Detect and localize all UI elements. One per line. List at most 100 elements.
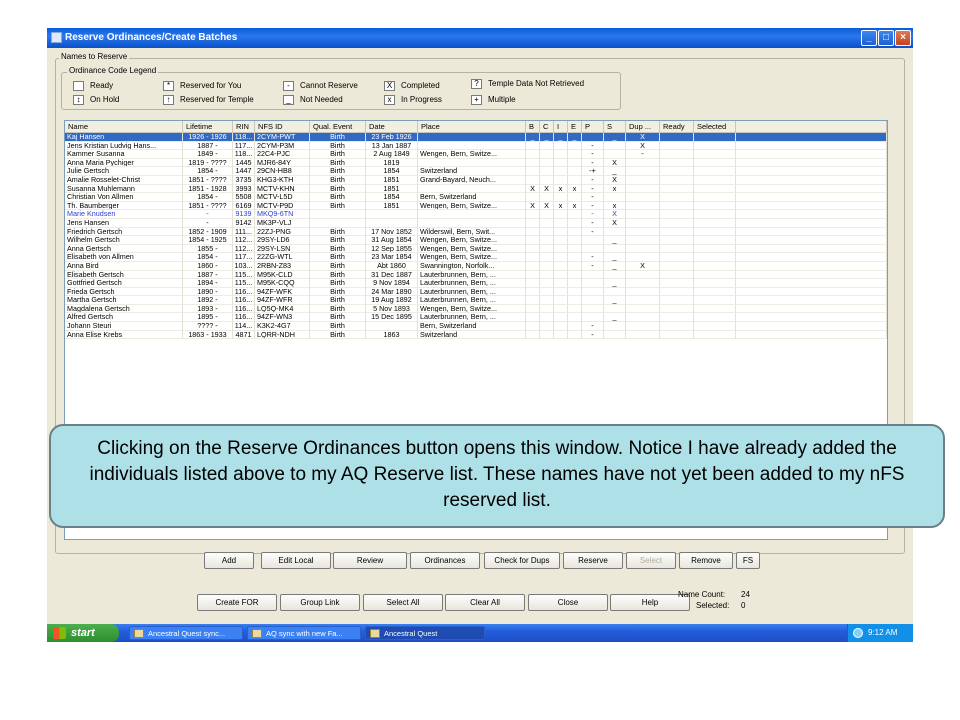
close-button[interactable]: Close [528,594,608,611]
column-header[interactable]: Ready [660,121,694,133]
column-header[interactable]: B [526,121,540,133]
column-header[interactable]: RIN [233,121,255,133]
table-cell: 1849 - [183,150,233,159]
table-cell [554,158,568,168]
table-row[interactable]: Martha Gertsch 1892 -116... 94ZF-WFR Birth 1… [65,296,887,305]
table-row[interactable]: Elisabeth von Allmen 1854 -117... 22ZG-WTL… [65,253,887,262]
group-link-button[interactable]: Group Link [280,594,360,611]
table-row[interactable]: Anna Gertsch 1855 -112... 29SY-LSN Birth 12 … [65,244,887,254]
table-row[interactable]: Kaj Hansen 1926 - 1926 118... 2CYM-PWT Birth… [65,133,887,142]
table-cell [568,167,582,176]
table-row[interactable]: Jens Hansen -9142 MK3P-VLJ - X [65,218,887,228]
check-for-dups-button[interactable]: Check for Dups [484,552,560,569]
table-cell [568,193,582,202]
column-header[interactable]: Qual. Event [310,121,366,133]
table-cell: 114... [233,322,255,331]
table-cell: Birth [310,193,366,202]
edit-local-button[interactable]: Edit Local [261,552,331,569]
table-cell [568,175,582,185]
column-header[interactable]: NFS ID [255,121,310,133]
table-cell [626,236,660,245]
table-cell [604,330,626,340]
table-cell [366,210,418,219]
table-cell: _ [554,133,568,142]
table-row[interactable]: Christian Von Allmen 1854 -5508 MCTV-L5D Bi… [65,193,887,202]
table-cell: Bern, Switzerland [418,322,526,331]
select-button[interactable]: Select [626,552,676,569]
table-cell [626,270,660,280]
table-cell: Wilderswil, Bern, Swit... [418,227,526,237]
table-cell [582,244,604,254]
column-header[interactable]: Name [65,121,183,133]
column-header[interactable]: Selected [694,121,736,133]
taskbar-item-ancestral-quest-sync[interactable]: Ancestral Quest sync... [129,626,243,640]
table-cell: 17 Nov 1852 [366,227,418,237]
table-cell: 4871 [233,330,255,340]
table-row[interactable]: Friedrich Gertsch 1852 - 1909 111... 22ZJ-P… [65,227,887,237]
table-cell: 1851 - 1928 [183,184,233,194]
table-row[interactable]: Elisabeth Gertsch 1887 -115... M95K-CLD Bir… [65,270,887,280]
column-header[interactable]: Date [366,121,418,133]
table-cell [694,287,736,297]
taskbar-item-ancestral-quest[interactable]: Ancestral Quest [365,626,485,640]
select-all-button[interactable]: Select All [363,594,443,611]
table-cell [540,270,554,280]
fs-button[interactable]: FS [736,552,760,569]
table-cell [568,210,582,219]
table-cell: KHG3-KTH [255,175,310,185]
table-cell: 9139 [233,210,255,219]
create-for-button[interactable]: Create FOR [197,594,277,611]
table-row[interactable]: Magdalena Gertsch 1893 -116... LQ5Q-MK4 Bir… [65,304,887,314]
clear-all-button[interactable]: Clear All [445,594,525,611]
table-cell [568,244,582,254]
table-row[interactable]: Julie Gertsch 1854 -1447 29CN-HB8 Birth 1854… [65,167,887,176]
table-cell: Abt 1860 [366,261,418,271]
table-cell: 29CN-HB8 [255,167,310,176]
table-cell-filler [736,296,887,305]
table-cell: Birth [310,175,366,185]
table-row[interactable]: Alfred Gertsch 1895 -116... 94ZF-WN3 Birth 1… [65,313,887,323]
reserve-button[interactable]: Reserve [563,552,623,569]
table-row[interactable]: Anna Elise Krebs 1863 - 1933 4871 LQRR-NDH B… [65,330,887,340]
table-row[interactable]: Th. Baumberger 1851 - ???? 6169 MCTV-P9D Bir… [65,201,887,211]
title-bar[interactable]: Reserve Ordinances/Create Batches _ □ × [47,28,913,48]
table-cell [554,261,568,271]
table-row[interactable]: Anna Bird 1860 -103... 2RBN-Z83 Birth Abt 18… [65,261,887,271]
tray-icon[interactable] [853,628,863,638]
table-cell [694,201,736,211]
column-header[interactable]: Place [418,121,526,133]
add-button[interactable]: Add [204,552,254,569]
remove-button[interactable]: Remove [679,552,733,569]
table-row[interactable]: Marie Knudsen -9139 MKQ9-6TN - X [65,210,887,219]
review-button[interactable]: Review [333,552,407,569]
column-header[interactable]: Lifetime [183,121,233,133]
column-header[interactable]: E [568,121,582,133]
column-header[interactable]: C [540,121,554,133]
table-cell-filler [736,175,887,185]
table-cell: -+ [582,167,604,176]
table-row[interactable]: Frieda Gertsch 1890 -116... 94ZF-WFK Birth 2… [65,287,887,297]
ordinances-button[interactable]: Ordinances [410,552,480,569]
taskbar-item-aq-sync[interactable]: AQ sync with new Fa... [247,626,361,640]
column-header-filler [736,121,887,133]
table-cell [568,150,582,159]
column-header[interactable]: S [604,121,626,133]
windows-logo-icon [53,627,66,639]
table-row[interactable]: Amalie Rosselet-Christ 1851 - ???? 3735 KHG… [65,175,887,185]
column-header[interactable]: P [582,121,604,133]
table-row[interactable]: Anna Maria Pychiger 1819 - ???? 1445 MJR6-8… [65,158,887,168]
close-window-button[interactable]: × [895,30,911,46]
start-button[interactable]: start [47,624,119,642]
maximize-button[interactable]: □ [878,30,894,46]
minimize-button[interactable]: _ [861,30,877,46]
table-row[interactable]: Johann Steuri???? -114... K3K2-4G7 Birth Be… [65,322,887,331]
table-row[interactable]: Gottfried Gertsch 1894 -115... M95K-CQQ Bir… [65,279,887,288]
column-header[interactable]: I [554,121,568,133]
table-row[interactable]: Kammer Susanna 1849 -118... 22C4-PJC Birth 2… [65,150,887,159]
table-row[interactable]: Jens Kristian Ludvig Hans... 1887 -117...… [65,141,887,151]
table-cell: Christian Von Allmen [65,193,183,202]
column-header[interactable]: Dup ... [626,121,660,133]
table-row[interactable]: Wilhelm Gertsch 1854 - 1925 112... 29SY-LD6… [65,236,887,245]
table-cell: 1863 - 1933 [183,330,233,340]
table-row[interactable]: Susanna Muhlemann 1851 - 1928 3993 MCTV-KHN… [65,184,887,194]
